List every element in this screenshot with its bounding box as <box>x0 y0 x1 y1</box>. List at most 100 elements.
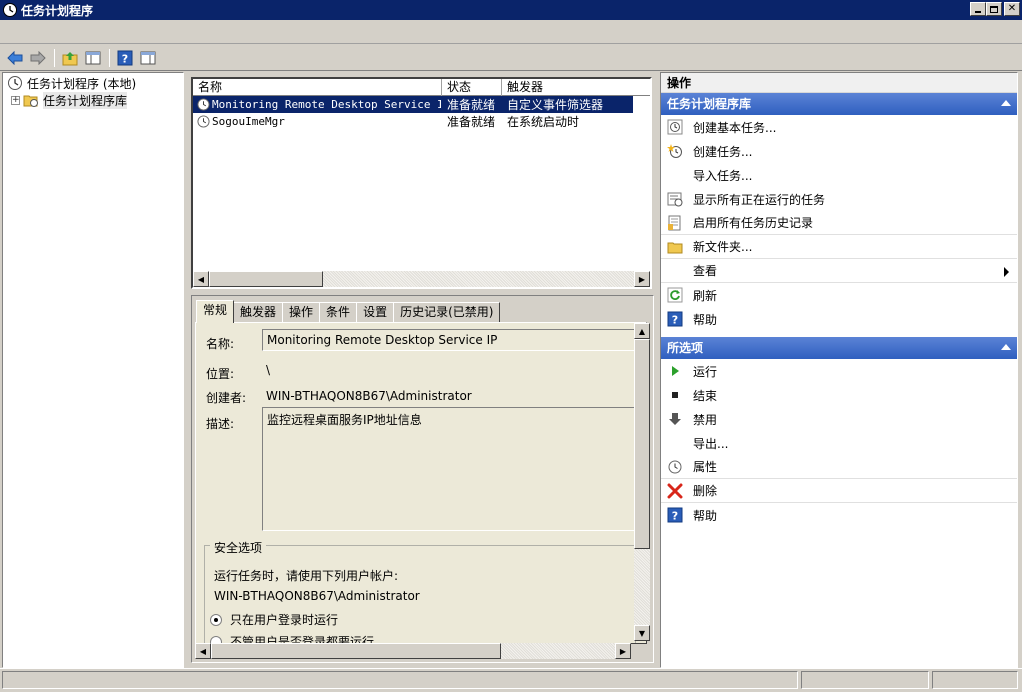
tab-conditions[interactable]: 条件 <box>319 302 358 322</box>
status-bar <box>0 668 1022 692</box>
scroll-left-button[interactable]: ◀ <box>195 643 211 659</box>
svg-text:?: ? <box>122 52 128 65</box>
toolbar-separator <box>109 48 110 67</box>
radio-run-logged-on[interactable]: 只在用户登录时运行 <box>210 611 338 628</box>
action-delete[interactable]: 删除 <box>661 479 1017 503</box>
scroll-left-button[interactable]: ◀ <box>193 271 209 287</box>
toolbar-separator <box>54 48 55 67</box>
status-cell-main <box>2 671 798 689</box>
expand-icon[interactable]: + <box>11 95 20 105</box>
section-selected-header[interactable]: 所选项 <box>661 337 1017 359</box>
column-header-name[interactable]: 名称 <box>193 79 442 96</box>
tab-general[interactable]: 常规 <box>196 300 235 323</box>
tree-root-label: 任务计划程序 (本地) <box>27 76 137 91</box>
scroll-thumb[interactable] <box>209 271 323 287</box>
details-horizontal-scrollbar[interactable]: ◀ ▶ <box>195 643 631 659</box>
tab-settings[interactable]: 设置 <box>356 302 395 322</box>
task-trigger: 自定义事件筛选器 <box>507 98 604 112</box>
action-new-folder[interactable]: 新文件夹... <box>661 235 1017 259</box>
scroll-up-button[interactable]: ▲ <box>634 323 650 339</box>
properties-clock-icon <box>667 459 683 475</box>
tree-splitter[interactable] <box>184 72 190 668</box>
show-hide-tree-button[interactable] <box>82 47 104 69</box>
action-label: 帮助 <box>693 508 718 523</box>
scroll-thumb[interactable] <box>211 643 501 659</box>
scroll-right-button[interactable]: ▶ <box>634 271 650 287</box>
action-label: 帮助 <box>693 312 718 327</box>
action-refresh[interactable]: 刷新 <box>661 283 1017 307</box>
details-vertical-scrollbar[interactable]: ▲ ▼ <box>634 323 650 641</box>
table-row[interactable]: SogouImeMgr 准备就绪 在系统启动时 <box>193 113 633 130</box>
blank-icon <box>667 167 683 183</box>
action-run[interactable]: 运行 <box>661 359 1017 383</box>
minimize-icon <box>975 11 981 13</box>
action-label: 查看 <box>693 264 718 278</box>
details-tabs: 常规 触发器 操作 条件 设置 历史记录(已禁用) <box>196 300 501 323</box>
forward-button[interactable] <box>27 47 49 69</box>
action-export[interactable]: 导出... <box>661 431 1017 455</box>
tab-history[interactable]: 历史记录(已禁用) <box>393 302 501 322</box>
close-button[interactable]: ✕ <box>1004 2 1020 16</box>
action-help[interactable]: ? 帮助 <box>661 307 1017 331</box>
scroll-right-button[interactable]: ▶ <box>615 643 631 659</box>
name-label: 名称: <box>206 337 235 351</box>
action-view[interactable]: 查看 <box>661 259 1017 283</box>
tree-item-library[interactable]: + 任务计划程序库 <box>11 91 128 109</box>
action-disable[interactable]: 禁用 <box>661 407 1017 431</box>
author-value: WIN-BTHAQON8B67\Administrator <box>266 389 472 403</box>
show-hide-action-pane-button[interactable] <box>137 47 159 69</box>
scroll-down-button[interactable]: ▼ <box>634 625 650 641</box>
scroll-thumb[interactable] <box>634 339 650 549</box>
delete-x-icon <box>667 483 683 499</box>
new-folder-icon <box>667 239 683 255</box>
action-properties[interactable]: 属性 <box>661 455 1017 479</box>
action-pane-icon <box>140 51 156 64</box>
list-horizontal-scrollbar[interactable]: ◀ ▶ <box>193 271 650 287</box>
tree-item-root[interactable]: 任务计划程序 (本地) <box>7 74 136 92</box>
help-icon: ? <box>667 507 683 523</box>
scroll-track[interactable] <box>634 549 650 625</box>
action-create-basic-task[interactable]: 创建基本任务... <box>661 115 1017 139</box>
column-header-trigger[interactable]: 触发器 <box>502 79 650 96</box>
action-enable-history[interactable]: 启用所有任务历史记录 <box>661 211 1017 235</box>
back-button[interactable] <box>4 47 26 69</box>
maximize-button[interactable] <box>986 2 1002 16</box>
task-name: Monitoring Remote Desktop Service IP <box>212 98 441 111</box>
minimize-button[interactable] <box>970 2 986 16</box>
action-label: 属性 <box>693 460 718 474</box>
action-label: 显示所有正在运行的任务 <box>693 192 826 207</box>
toolbar: ? <box>0 45 1022 71</box>
tab-actions[interactable]: 操作 <box>282 302 321 322</box>
help-button[interactable]: ? <box>114 47 136 69</box>
action-help-selected[interactable]: ? 帮助 <box>661 503 1017 527</box>
scroll-track[interactable] <box>323 271 634 287</box>
up-folder-button[interactable] <box>59 47 81 69</box>
action-label: 禁用 <box>693 412 718 427</box>
tab-triggers[interactable]: 触发器 <box>233 302 284 322</box>
action-import-task[interactable]: 导入任务... <box>661 163 1017 187</box>
section-library-header[interactable]: 任务计划程序库 <box>661 93 1017 115</box>
action-label: 创建基本任务... <box>693 120 777 135</box>
description-value: 监控远程桌面服务IP地址信息 <box>267 413 422 427</box>
author-label: 创建者: <box>206 391 247 405</box>
table-row[interactable]: Monitoring Remote Desktop Service IP 准备就… <box>193 96 633 113</box>
back-arrow-icon <box>7 50 23 65</box>
action-create-task[interactable]: 创建任务... <box>661 139 1017 163</box>
folder-up-icon <box>62 51 78 65</box>
action-label: 刷新 <box>693 288 718 303</box>
action-label: 导入任务... <box>693 168 753 183</box>
list-header: 名称 状态 触发器 <box>193 79 650 96</box>
run-as-prompt: 运行任务时，请使用下列用户帐户: <box>214 569 399 583</box>
column-header-status[interactable]: 状态 <box>442 79 502 96</box>
name-field[interactable]: Monitoring Remote Desktop Service IP <box>262 329 642 351</box>
action-end[interactable]: 结束 <box>661 383 1017 407</box>
history-icon <box>667 215 683 231</box>
scroll-track[interactable] <box>501 643 615 659</box>
action-show-running-tasks[interactable]: 显示所有正在运行的任务 <box>661 187 1017 211</box>
blank-icon <box>667 435 683 451</box>
stop-icon <box>667 387 683 403</box>
radio-selected-icon <box>210 613 222 626</box>
svg-text:?: ? <box>672 314 678 327</box>
task-status: 准备就绪 <box>447 98 496 112</box>
description-field[interactable]: 监控远程桌面服务IP地址信息 <box>262 407 642 531</box>
